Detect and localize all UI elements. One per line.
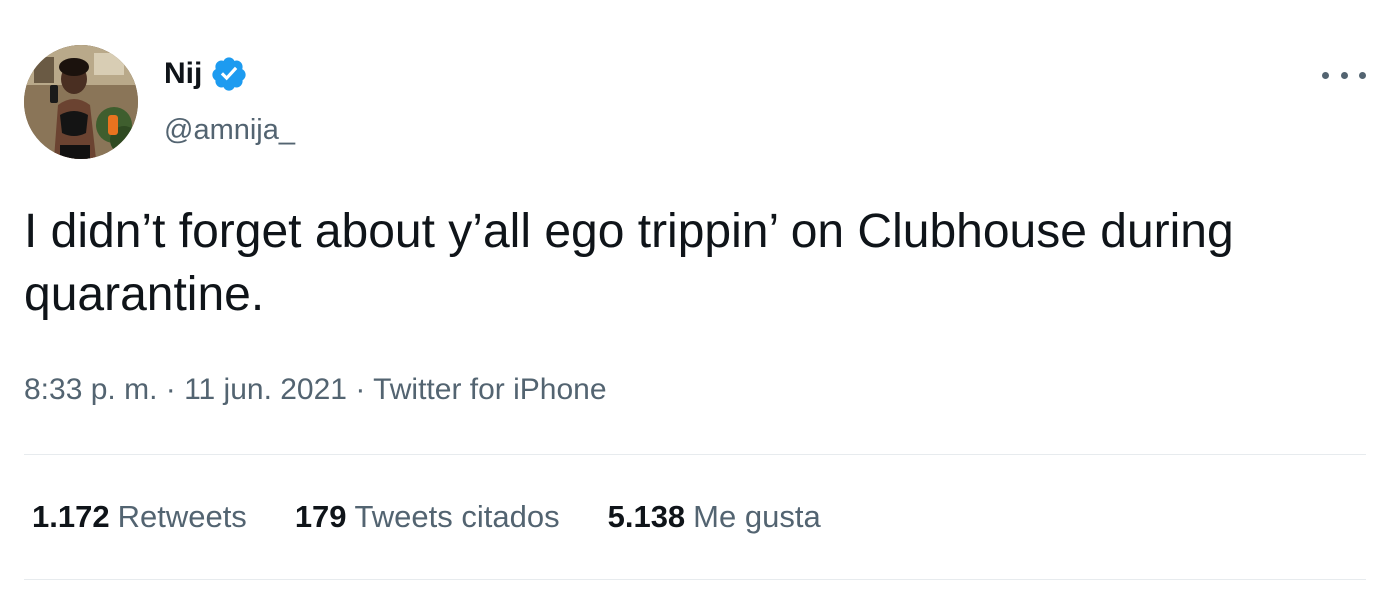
- dot-icon: [1322, 71, 1329, 79]
- likes-label: Me gusta: [693, 499, 821, 534]
- quote-tweets-stat[interactable]: 179 Tweets citados: [295, 497, 560, 537]
- verified-badge-icon: [210, 55, 248, 93]
- tweet-text: I didn’t forget about y’all ego trippin’…: [24, 205, 1234, 321]
- tweet-stats: 1.172 Retweets 179 Tweets citados 5.138 Me …: [32, 497, 869, 537]
- retweets-label: Retweets: [117, 499, 247, 534]
- avatar-photo: [24, 45, 138, 159]
- retweets-count: 1.172: [32, 499, 110, 534]
- author-name-row: Nij: [164, 52, 248, 96]
- likes-count: 5.138: [607, 499, 686, 534]
- tweet-timestamp-source[interactable]: 8:33 p. m. · 11 jun. 2021 · Twitter for …: [24, 370, 607, 410]
- dot-icon: [1359, 71, 1366, 79]
- retweets-stat[interactable]: 1.172 Retweets: [32, 497, 247, 537]
- likes-stat[interactable]: 5.138 Me gusta: [608, 497, 821, 537]
- quote-tweets-label: Tweets citados: [354, 499, 560, 534]
- divider: [24, 579, 1366, 580]
- tweet-card: Nij @amnija_ I didn’t forget about y’all…: [0, 0, 1400, 606]
- more-options-icon[interactable]: [1322, 64, 1366, 86]
- avatar[interactable]: [24, 45, 138, 159]
- author-handle[interactable]: @amnija_: [164, 110, 295, 150]
- display-name[interactable]: Nij: [164, 52, 202, 96]
- quote-tweets-count: 179: [294, 499, 347, 534]
- dot-icon: [1340, 71, 1348, 79]
- divider: [24, 454, 1366, 455]
